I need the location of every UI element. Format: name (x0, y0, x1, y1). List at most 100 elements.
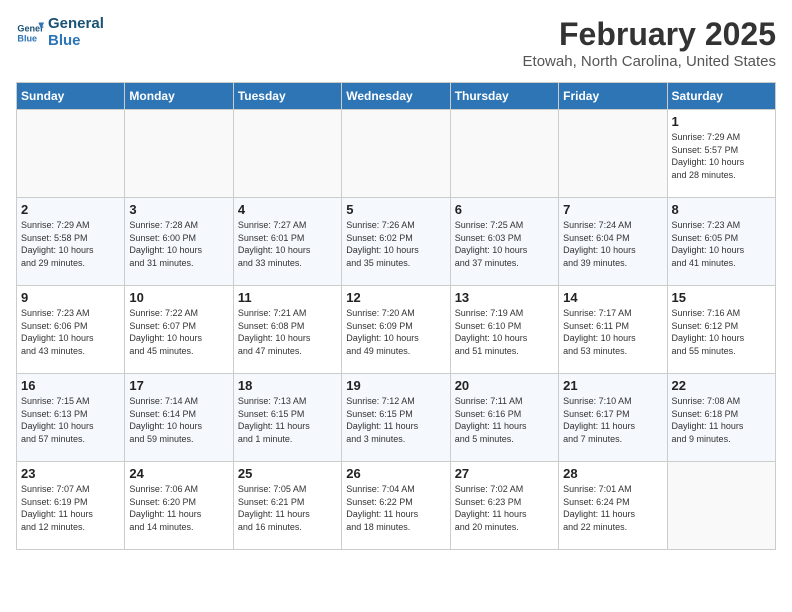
header-friday: Friday (559, 83, 667, 110)
day-info: Sunrise: 7:13 AM Sunset: 6:15 PM Dayligh… (238, 395, 337, 445)
day-number: 19 (346, 378, 445, 393)
day-number: 16 (21, 378, 120, 393)
calendar-week-5: 23 Sunrise: 7:07 AM Sunset: 6:19 PM Dayli… (17, 462, 776, 550)
day-info: Sunrise: 7:27 AM Sunset: 6:01 PM Dayligh… (238, 219, 337, 269)
svg-text:Blue: Blue (17, 33, 37, 43)
day-info: Sunrise: 7:25 AM Sunset: 6:03 PM Dayligh… (455, 219, 554, 269)
logo-general: General (48, 16, 104, 33)
day-info: Sunrise: 7:10 AM Sunset: 6:17 PM Dayligh… (563, 395, 662, 445)
day-number: 8 (672, 202, 771, 217)
calendar-cell: 17 Sunrise: 7:14 AM Sunset: 6:14 PM Dayli… (125, 374, 233, 462)
day-number: 12 (346, 290, 445, 305)
calendar-cell (17, 110, 125, 198)
calendar-cell (559, 110, 667, 198)
day-number: 9 (21, 290, 120, 305)
day-number: 27 (455, 466, 554, 481)
day-number: 5 (346, 202, 445, 217)
day-number: 21 (563, 378, 662, 393)
day-info: Sunrise: 7:26 AM Sunset: 6:02 PM Dayligh… (346, 219, 445, 269)
header-tuesday: Tuesday (233, 83, 341, 110)
calendar-week-1: 1Sunrise: 7:29 AM Sunset: 5:57 PM Daylig… (17, 110, 776, 198)
title-area: February 2025 Etowah, North Carolina, Un… (523, 16, 776, 70)
calendar-cell: 8 Sunrise: 7:23 AM Sunset: 6:05 PM Daylig… (667, 198, 775, 286)
day-info: Sunrise: 7:01 AM Sunset: 6:24 PM Dayligh… (563, 483, 662, 533)
calendar-cell: 15 Sunrise: 7:16 AM Sunset: 6:12 PM Dayli… (667, 286, 775, 374)
calendar-cell: 21 Sunrise: 7:10 AM Sunset: 6:17 PM Dayli… (559, 374, 667, 462)
logo-icon: General Blue (16, 19, 44, 47)
header: General Blue General Blue February 2025 … (16, 16, 776, 70)
day-info: Sunrise: 7:16 AM Sunset: 6:12 PM Dayligh… (672, 307, 771, 357)
day-info: Sunrise: 7:22 AM Sunset: 6:07 PM Dayligh… (129, 307, 228, 357)
calendar-cell (342, 110, 450, 198)
calendar-cell: 16 Sunrise: 7:15 AM Sunset: 6:13 PM Dayli… (17, 374, 125, 462)
calendar-cell: 13Sunrise: 7:19 AM Sunset: 6:10 PM Dayli… (450, 286, 558, 374)
logo: General Blue General Blue (16, 16, 104, 49)
day-info: Sunrise: 7:15 AM Sunset: 6:13 PM Dayligh… (21, 395, 120, 445)
calendar-cell: 2Sunrise: 7:29 AM Sunset: 5:58 PM Daylig… (17, 198, 125, 286)
day-info: Sunrise: 7:29 AM Sunset: 5:58 PM Dayligh… (21, 219, 120, 269)
calendar-cell: 12 Sunrise: 7:20 AM Sunset: 6:09 PM Dayli… (342, 286, 450, 374)
header-wednesday: Wednesday (342, 83, 450, 110)
calendar-cell: 10 Sunrise: 7:22 AM Sunset: 6:07 PM Dayli… (125, 286, 233, 374)
calendar-cell: 11 Sunrise: 7:21 AM Sunset: 6:08 PM Dayli… (233, 286, 341, 374)
day-info: Sunrise: 7:24 AM Sunset: 6:04 PM Dayligh… (563, 219, 662, 269)
day-number: 26 (346, 466, 445, 481)
day-number: 28 (563, 466, 662, 481)
day-number: 17 (129, 378, 228, 393)
calendar-cell (233, 110, 341, 198)
day-info: Sunrise: 7:05 AM Sunset: 6:21 PM Dayligh… (238, 483, 337, 533)
day-info: Sunrise: 7:14 AM Sunset: 6:14 PM Dayligh… (129, 395, 228, 445)
calendar-cell: 4 Sunrise: 7:27 AM Sunset: 6:01 PM Daylig… (233, 198, 341, 286)
day-number: 14 (563, 290, 662, 305)
day-number: 6 (455, 202, 554, 217)
day-number: 11 (238, 290, 337, 305)
calendar-cell: 7Sunrise: 7:24 AM Sunset: 6:04 PM Daylig… (559, 198, 667, 286)
day-number: 10 (129, 290, 228, 305)
header-sunday: Sunday (17, 83, 125, 110)
day-number: 24 (129, 466, 228, 481)
day-number: 1 (672, 114, 771, 129)
logo-blue: Blue (48, 33, 104, 50)
day-number: 20 (455, 378, 554, 393)
day-info: Sunrise: 7:08 AM Sunset: 6:18 PM Dayligh… (672, 395, 771, 445)
calendar-cell: 14 Sunrise: 7:17 AM Sunset: 6:11 PM Dayli… (559, 286, 667, 374)
day-info: Sunrise: 7:20 AM Sunset: 6:09 PM Dayligh… (346, 307, 445, 357)
calendar-cell (125, 110, 233, 198)
day-info: Sunrise: 7:28 AM Sunset: 6:00 PM Dayligh… (129, 219, 228, 269)
calendar-cell: 28 Sunrise: 7:01 AM Sunset: 6:24 PM Dayli… (559, 462, 667, 550)
calendar-cell (667, 462, 775, 550)
day-number: 25 (238, 466, 337, 481)
page-subtitle: Etowah, North Carolina, United States (523, 53, 776, 70)
day-info: Sunrise: 7:12 AM Sunset: 6:15 PM Dayligh… (346, 395, 445, 445)
calendar-cell: 20 Sunrise: 7:11 AM Sunset: 6:16 PM Dayli… (450, 374, 558, 462)
calendar-cell: 26 Sunrise: 7:04 AM Sunset: 6:22 PM Dayli… (342, 462, 450, 550)
calendar-cell: 5 Sunrise: 7:26 AM Sunset: 6:02 PM Daylig… (342, 198, 450, 286)
day-info: Sunrise: 7:17 AM Sunset: 6:11 PM Dayligh… (563, 307, 662, 357)
calendar-table: SundayMondayTuesdayWednesdayThursdayFrid… (16, 82, 776, 550)
day-info: Sunrise: 7:06 AM Sunset: 6:20 PM Dayligh… (129, 483, 228, 533)
day-info: Sunrise: 7:21 AM Sunset: 6:08 PM Dayligh… (238, 307, 337, 357)
day-info: Sunrise: 7:11 AM Sunset: 6:16 PM Dayligh… (455, 395, 554, 445)
page-title: February 2025 (523, 16, 776, 53)
calendar-cell: 18 Sunrise: 7:13 AM Sunset: 6:15 PM Dayli… (233, 374, 341, 462)
day-number: 4 (238, 202, 337, 217)
day-number: 3 (129, 202, 228, 217)
day-info: Sunrise: 7:04 AM Sunset: 6:22 PM Dayligh… (346, 483, 445, 533)
day-number: 15 (672, 290, 771, 305)
day-number: 18 (238, 378, 337, 393)
calendar-cell: 1Sunrise: 7:29 AM Sunset: 5:57 PM Daylig… (667, 110, 775, 198)
header-monday: Monday (125, 83, 233, 110)
calendar-cell: 3 Sunrise: 7:28 AM Sunset: 6:00 PM Daylig… (125, 198, 233, 286)
day-number: 13 (455, 290, 554, 305)
calendar-header-row: SundayMondayTuesdayWednesdayThursdayFrid… (17, 83, 776, 110)
calendar-cell: 22Sunrise: 7:08 AM Sunset: 6:18 PM Dayli… (667, 374, 775, 462)
calendar-cell (450, 110, 558, 198)
calendar-week-2: 2Sunrise: 7:29 AM Sunset: 5:58 PM Daylig… (17, 198, 776, 286)
day-info: Sunrise: 7:23 AM Sunset: 6:05 PM Dayligh… (672, 219, 771, 269)
calendar-cell: 25 Sunrise: 7:05 AM Sunset: 6:21 PM Dayli… (233, 462, 341, 550)
calendar-cell: 9Sunrise: 7:23 AM Sunset: 6:06 PM Daylig… (17, 286, 125, 374)
day-info: Sunrise: 7:07 AM Sunset: 6:19 PM Dayligh… (21, 483, 120, 533)
day-number: 23 (21, 466, 120, 481)
calendar-cell: 27Sunrise: 7:02 AM Sunset: 6:23 PM Dayli… (450, 462, 558, 550)
calendar-cell: 19 Sunrise: 7:12 AM Sunset: 6:15 PM Dayli… (342, 374, 450, 462)
